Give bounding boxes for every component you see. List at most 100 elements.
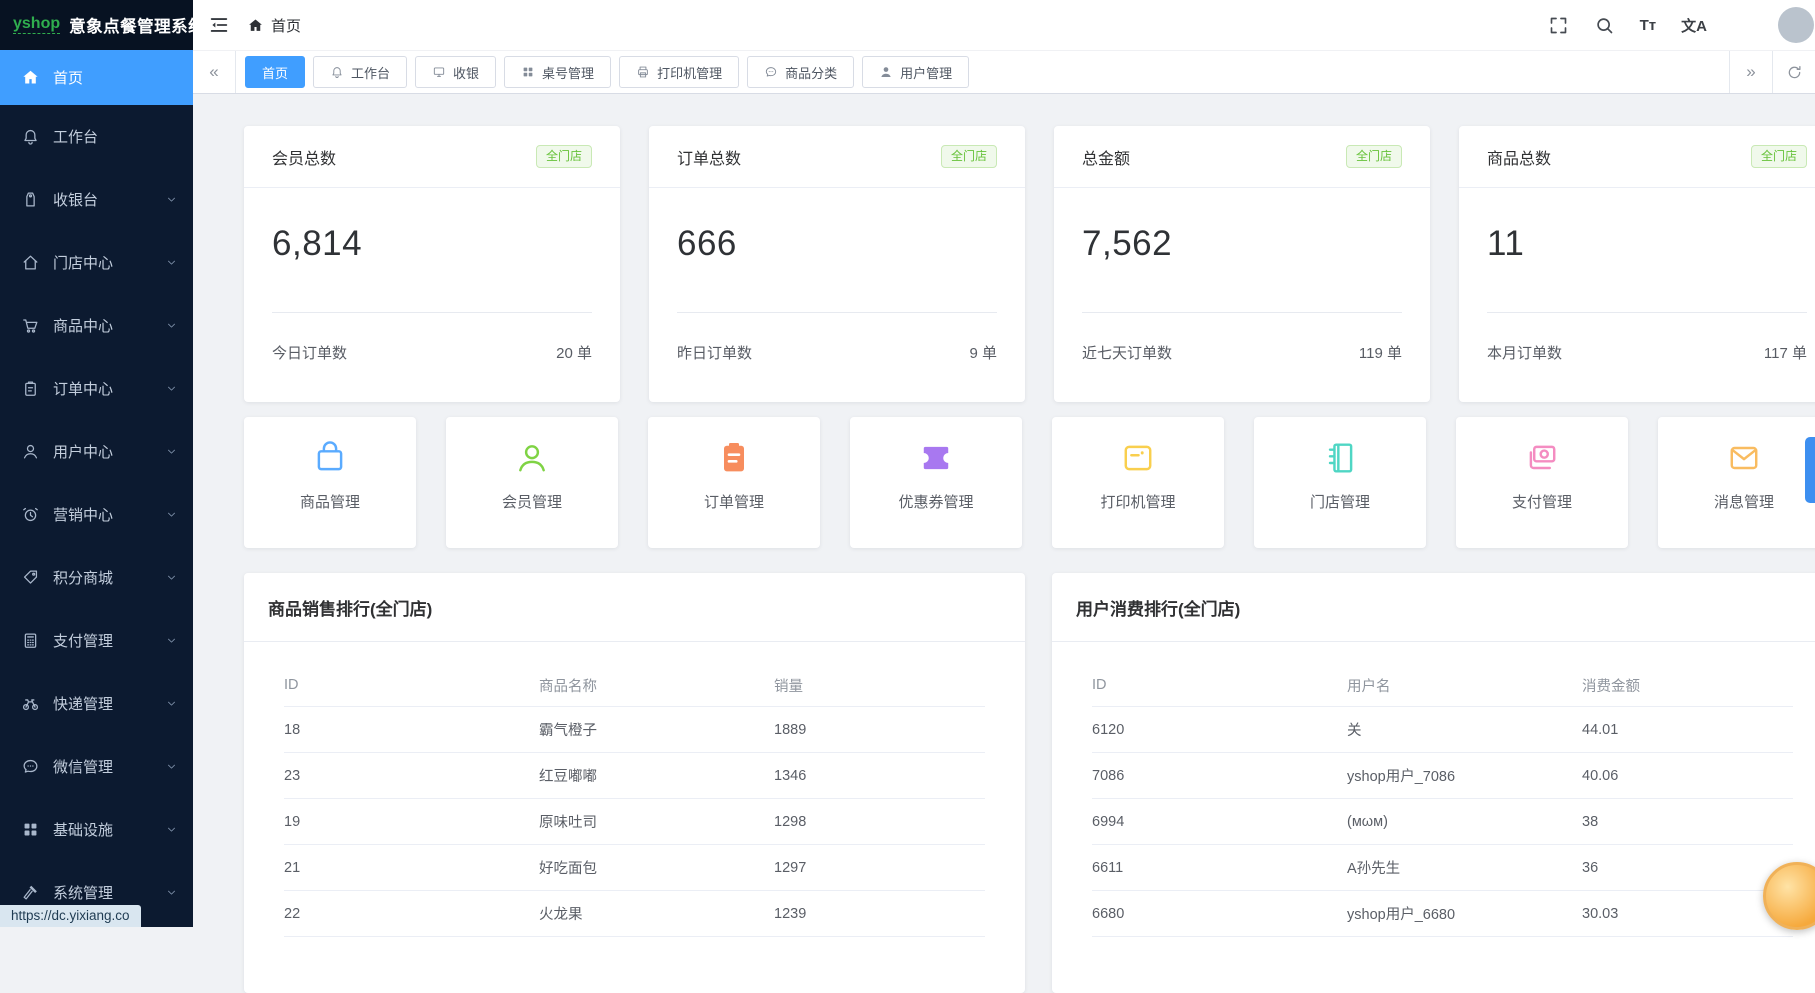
table-row: 23红豆嘟嘟1346 (284, 753, 985, 799)
bell-icon[interactable] (1732, 15, 1753, 36)
alarm-icon (21, 505, 40, 524)
sidebar-item-label: 系统管理 (53, 882, 113, 903)
shortcut-8[interactable]: 消息管理 (1658, 417, 1815, 548)
sidebar-item-label: 商品中心 (53, 315, 113, 336)
fullscreen-icon[interactable] (1548, 15, 1569, 36)
sidebar-item-4[interactable]: 门店中心 (0, 231, 193, 294)
stat-card-header: 订单总数全门店 (649, 126, 1025, 188)
sidebar-item-6[interactable]: 订单中心 (0, 357, 193, 420)
home-filled-icon (21, 68, 40, 87)
tab-5[interactable]: 打印机管理 (619, 56, 739, 88)
table-cell: 好吃面包 (539, 857, 774, 878)
chevron-down-icon (165, 319, 178, 332)
tab-6[interactable]: 商品分类 (747, 56, 854, 88)
tab-2[interactable]: 工作台 (313, 56, 407, 88)
tabs-scroll-right[interactable]: » (1729, 51, 1772, 93)
home-icon (247, 17, 264, 34)
stat-footer: 今日订单数20 单 (272, 312, 592, 402)
shortcut-7[interactable]: 支付管理 (1456, 417, 1628, 548)
language-icon[interactable]: 文A (1681, 15, 1707, 36)
stat-footer-label: 昨日订单数 (677, 342, 752, 402)
stat-card-3: 总金额全门店7,562近七天订单数119 单 (1054, 126, 1430, 402)
table-row: 21好吃面包1297 (284, 845, 985, 891)
table-cell: 44.01 (1582, 722, 1793, 738)
sidebar-collapse-icon[interactable] (208, 14, 230, 36)
shortcut-5[interactable]: 打印机管理 (1052, 417, 1224, 548)
search-icon[interactable] (1594, 15, 1615, 36)
sidebar-item-1[interactable]: 首页 (0, 50, 193, 105)
sidebar-item-5[interactable]: 商品中心 (0, 294, 193, 357)
stat-footer-value: 9 单 (969, 342, 997, 402)
sidebar-item-label: 基础设施 (53, 819, 113, 840)
app-logo: yshop 意象点餐管理系统 (0, 0, 193, 50)
sidebar-item-12[interactable]: 微信管理 (0, 735, 193, 798)
shortcut-label: 商品管理 (300, 491, 360, 512)
sidebar-item-10[interactable]: 支付管理 (0, 609, 193, 672)
chevron-down-icon (165, 256, 178, 269)
shortcut-2[interactable]: 会员管理 (446, 417, 618, 548)
ranking-tables-row: 商品销售排行(全门店)ID商品名称销量18霸气橙子188923红豆嘟嘟13461… (244, 573, 1815, 993)
shortcut-6[interactable]: 门店管理 (1254, 417, 1426, 548)
sidebar-item-2[interactable]: 工作台 (0, 105, 193, 168)
grid-icon (21, 820, 40, 839)
message-icon (1724, 438, 1764, 478)
gavel-icon (21, 883, 40, 902)
side-panel-toggle[interactable] (1805, 437, 1815, 503)
sidebar-item-9[interactable]: 积分商城 (0, 546, 193, 609)
sidebar-item-8[interactable]: 营销中心 (0, 483, 193, 546)
chevron-down-icon (165, 634, 178, 647)
sidebar-item-3[interactable]: 收银台 (0, 168, 193, 231)
tabs-scroll-left[interactable]: « (193, 51, 236, 93)
sidebar-item-11[interactable]: 快递管理 (0, 672, 193, 735)
table-title: 用户消费排行(全门店) (1052, 573, 1815, 642)
header-actions: Tᴛ 文A ys (1548, 0, 1815, 50)
shortcut-cards-row: 商品管理 会员管理订单管理优惠券管理打印机管理门店管理支付管理消息管理 (244, 417, 1815, 548)
pricetag-icon (21, 190, 40, 209)
chat-icon (764, 65, 778, 79)
stat-footer-value: 20 单 (556, 342, 592, 402)
table-cell: 21 (284, 860, 539, 876)
printer-card-icon (1118, 438, 1158, 478)
avatar[interactable] (1778, 7, 1814, 43)
font-size-icon[interactable]: Tᴛ (1640, 15, 1657, 36)
sidebar-item-label: 微信管理 (53, 756, 113, 777)
sidebar-item-label: 快递管理 (53, 693, 113, 714)
stat-value: 6,814 (244, 188, 620, 312)
ranking-table-2: 用户消费排行(全门店)ID用户名消费金额6120关44.017086yshop用… (1052, 573, 1815, 993)
tab-label: 工作台 (351, 63, 390, 82)
chat-icon (21, 757, 40, 776)
column-header: 消费金额 (1582, 675, 1793, 696)
stat-cards-row: 会员总数全门店6,814今日订单数20 单订单总数全门店666昨日订单数9 单总… (244, 126, 1815, 402)
breadcrumb[interactable]: 首页 (247, 15, 301, 36)
shortcut-4[interactable]: 优惠券管理 (850, 417, 1022, 548)
table-row: 18霸气橙子1889 (284, 707, 985, 753)
tab-label: 桌号管理 (542, 63, 594, 82)
tab-7[interactable]: 用户管理 (862, 56, 969, 88)
shortcut-1[interactable]: 商品管理 (244, 417, 416, 548)
sidebar-item-label: 支付管理 (53, 630, 113, 651)
table-cell: 19 (284, 814, 539, 830)
refresh-icon[interactable] (1772, 51, 1815, 93)
chevron-down-icon (165, 760, 178, 773)
tab-label: 打印机管理 (657, 63, 722, 82)
sidebar-item-label: 首页 (53, 67, 83, 88)
bell-icon (21, 127, 40, 146)
table-cell: 6120 (1092, 722, 1347, 738)
stat-card-header: 会员总数全门店 (244, 126, 620, 188)
tab-1[interactable]: 首页 (245, 56, 305, 88)
shortcut-3[interactable]: 订单管理 (648, 417, 820, 548)
stat-value: 11 (1459, 188, 1815, 312)
table-cell: 30.03 (1582, 906, 1793, 922)
table-cell: A孙先生 (1347, 857, 1582, 878)
chevron-down-icon (165, 886, 178, 899)
table-row: 6120关44.01 (1092, 707, 1793, 753)
sidebar-item-7[interactable]: 用户中心 (0, 420, 193, 483)
sidebar-item-13[interactable]: 基础设施 (0, 798, 193, 861)
sidebar: yshop 意象点餐管理系统 首页工作台收银台门店中心商品中心订单中心用户中心营… (0, 0, 193, 927)
table-row: 7086yshop用户_708640.06 (1092, 753, 1793, 799)
stat-title: 会员总数 (272, 145, 336, 169)
member-icon (512, 438, 552, 478)
sidebar-item-label: 订单中心 (53, 378, 113, 399)
tab-3[interactable]: 收银 (415, 56, 496, 88)
tab-4[interactable]: 桌号管理 (504, 56, 611, 88)
